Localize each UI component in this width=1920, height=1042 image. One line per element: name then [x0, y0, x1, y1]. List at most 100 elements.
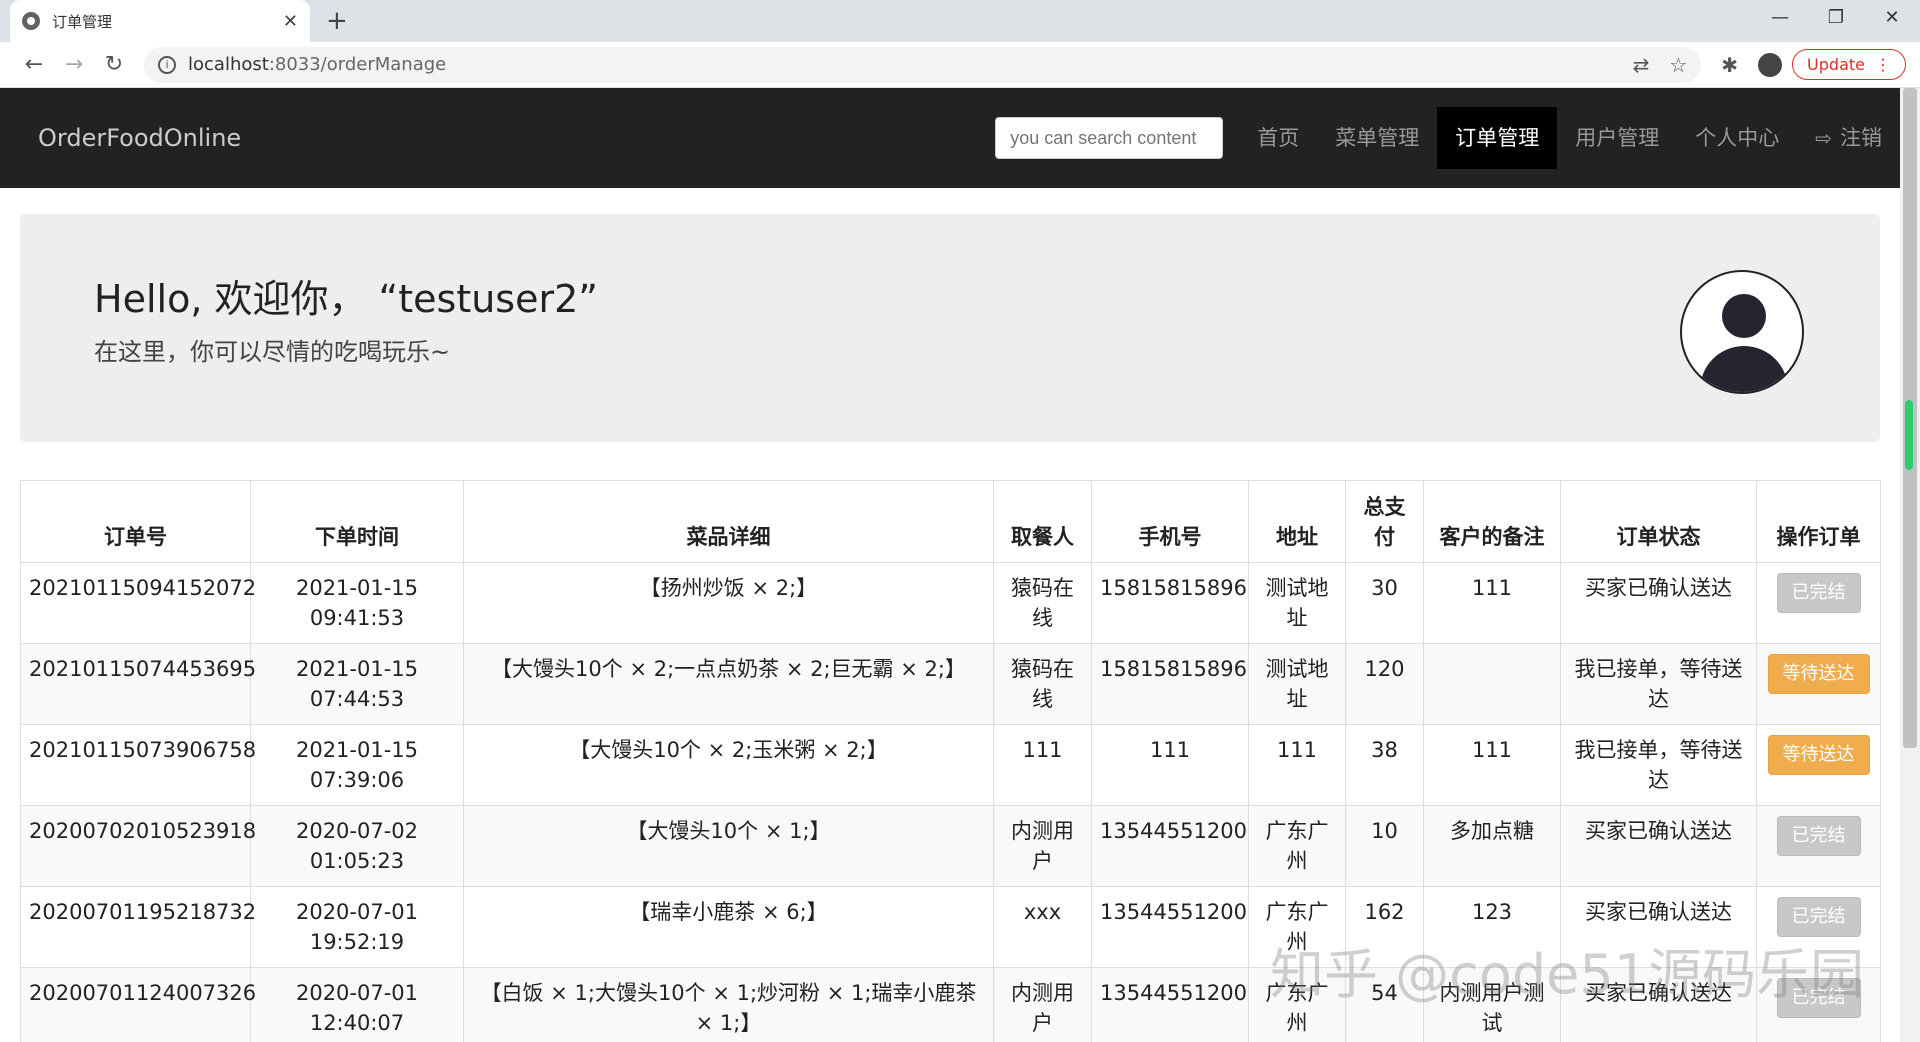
table-header-row: 订单号 下单时间 菜品详细 取餐人 手机号 地址 总支付 客户的备注 订单状态 …: [20, 480, 1881, 563]
address-bar: ← → ↻ i localhost:8033/orderManage ⇄ ☆ ✱…: [0, 42, 1920, 88]
omnibox[interactable]: i localhost:8033/orderManage ⇄ ☆: [144, 46, 1702, 83]
cell-total: 10: [1345, 805, 1424, 887]
cell-id: 20210115074453695: [20, 643, 256, 725]
cell-addr: 111: [1248, 724, 1346, 806]
cell-note: 111: [1423, 562, 1561, 644]
logout-icon: ⇨: [1815, 126, 1832, 150]
nav-user-manage[interactable]: 用户管理: [1557, 107, 1677, 169]
completed-button[interactable]: 已完结: [1776, 573, 1861, 613]
table-row: 20210115073906758 2021-01-15 07:39:06 【大馒头…: [20, 724, 1881, 806]
header-order-id: 订单号: [20, 480, 251, 563]
cell-addr: 测试地址: [1248, 643, 1346, 725]
close-window-icon[interactable]: ✕: [1864, 0, 1920, 36]
translate-icon[interactable]: ⇄: [1633, 53, 1650, 77]
profile-icon[interactable]: [1758, 52, 1783, 77]
app-navbar: OrderFoodOnline 首页 菜单管理 订单管理 用户管理 个人中心 ⇨…: [0, 88, 1920, 188]
search-input[interactable]: [995, 117, 1224, 159]
cell-note: 多加点糖: [1423, 805, 1561, 887]
cell-name: xxx: [993, 886, 1092, 968]
update-button[interactable]: Update ⋮: [1792, 49, 1906, 80]
cell-time: 2021-01-15 07:39:06: [250, 724, 464, 806]
minimize-icon[interactable]: —: [1752, 0, 1808, 36]
header-total: 总支付: [1345, 480, 1424, 563]
cell-total: 120: [1345, 643, 1424, 725]
browser-tab[interactable]: 订单管理 ✕: [10, 0, 310, 42]
globe-icon: [22, 12, 40, 30]
cell-phone: 13544551200: [1091, 886, 1249, 968]
tab-title: 订单管理: [52, 12, 113, 31]
kebab-menu-icon: ⋮: [1875, 55, 1891, 74]
cell-note: [1423, 643, 1561, 725]
cell-action: 已完结: [1756, 805, 1881, 887]
cell-time: 2021-01-15 07:44:53: [250, 643, 464, 725]
cell-time: 2020-07-01 19:52:19: [250, 886, 464, 968]
cell-total: 38: [1345, 724, 1424, 806]
cell-id: 20210115094152072: [20, 562, 256, 644]
header-phone: 手机号: [1091, 480, 1249, 563]
cell-detail: 【瑞幸小鹿茶 × 6;】: [463, 886, 994, 968]
cell-time: 2021-01-15 09:41:53: [250, 562, 464, 644]
watermark: 知乎 @code51源码乐园: [1270, 943, 1865, 1006]
cell-name: 内测用户: [993, 967, 1092, 1042]
header-detail: 菜品详细: [463, 480, 994, 563]
close-tab-icon[interactable]: ✕: [283, 11, 298, 32]
cell-detail: 【大馒头10个 × 2;玉米粥 × 2;】: [463, 724, 994, 806]
forward-icon[interactable]: →: [54, 52, 94, 77]
cell-time: 2020-07-01 12:40:07: [250, 967, 464, 1042]
cell-name: 猿码在线: [993, 562, 1092, 644]
header-action: 操作订单: [1756, 480, 1881, 563]
cell-detail: 【大馒头10个 × 1;】: [463, 805, 994, 887]
reload-icon[interactable]: ↻: [94, 52, 134, 77]
back-icon[interactable]: ←: [14, 52, 54, 77]
cell-phone: 13544551200: [1091, 805, 1249, 887]
welcome-banner: Hello, 欢迎你， “testuser2” 在这里，你可以尽情的吃喝玩乐~: [20, 214, 1880, 442]
maximize-icon[interactable]: ❐: [1808, 0, 1864, 36]
cell-note: 111: [1423, 724, 1561, 806]
cell-action: 等待送达: [1756, 643, 1881, 725]
cell-time: 2020-07-02 01:05:23: [250, 805, 464, 887]
cell-id: 20200701195218732: [20, 886, 256, 968]
window-controls: — ❐ ✕: [1752, 0, 1920, 36]
cell-detail: 【扬州炒饭 × 2;】: [463, 562, 994, 644]
cell-name: 111: [993, 724, 1092, 806]
nav-order-manage[interactable]: 订单管理: [1437, 107, 1558, 169]
cell-phone: 15815815896: [1091, 562, 1249, 644]
nav-logout[interactable]: ⇨ 注销: [1797, 107, 1900, 169]
header-note: 客户的备注: [1423, 480, 1561, 563]
new-tab-icon[interactable]: +: [326, 6, 348, 36]
cell-detail: 【白饭 × 1;大馒头10个 × 1;炒河粉 × 1;瑞幸小鹿茶 × 1;】: [463, 967, 994, 1042]
cell-action: 等待送达: [1756, 724, 1881, 806]
cell-addr: 测试地址: [1248, 562, 1346, 644]
cell-id: 20200702010523918: [20, 805, 256, 887]
awaiting-delivery-button[interactable]: 等待送达: [1767, 654, 1870, 694]
url-text[interactable]: localhost:8033/orderManage: [188, 54, 1613, 75]
cell-status: 我已接单，等待送达: [1560, 724, 1757, 806]
cell-action: 已完结: [1756, 562, 1881, 644]
subtitle: 在这里，你可以尽情的吃喝玩乐~: [94, 338, 451, 366]
extensions-icon[interactable]: ✱: [1721, 53, 1738, 77]
table-row: 20200702010523918 2020-07-02 01:05:23 【大馒头…: [20, 805, 1881, 887]
header-order-time: 下单时间: [250, 480, 464, 563]
header-status: 订单状态: [1560, 480, 1757, 563]
browser-tabbar: 订单管理 ✕ + — ❐ ✕: [0, 0, 1920, 42]
cell-name: 猿码在线: [993, 643, 1092, 725]
nav-personal-center[interactable]: 个人中心: [1677, 107, 1797, 169]
completed-button[interactable]: 已完结: [1776, 816, 1861, 856]
cell-detail: 【大馒头10个 × 2;一点点奶茶 × 2;巨无霸 × 2;】: [463, 643, 994, 725]
cell-id: 20210115073906758: [20, 724, 256, 806]
brand[interactable]: OrderFoodOnline: [38, 124, 241, 152]
nav-menu-manage[interactable]: 菜单管理: [1317, 107, 1437, 169]
star-icon[interactable]: ☆: [1669, 53, 1687, 77]
cell-phone: 15815815896: [1091, 643, 1249, 725]
cell-addr: 广东广州: [1248, 805, 1346, 887]
awaiting-delivery-button[interactable]: 等待送达: [1767, 735, 1870, 775]
avatar: [1680, 270, 1804, 394]
info-icon[interactable]: i: [158, 55, 176, 74]
nav-home[interactable]: 首页: [1239, 107, 1317, 169]
page-scrollbar[interactable]: [1900, 88, 1920, 1042]
cell-total: 30: [1345, 562, 1424, 644]
greeting: Hello, 欢迎你， “testuser2”: [94, 277, 598, 321]
table-row: 20210115094152072 2021-01-15 09:41:53 【扬州炒…: [20, 562, 1881, 644]
cell-name: 内测用户: [993, 805, 1092, 887]
cell-id: 20200701124007326: [20, 967, 256, 1042]
